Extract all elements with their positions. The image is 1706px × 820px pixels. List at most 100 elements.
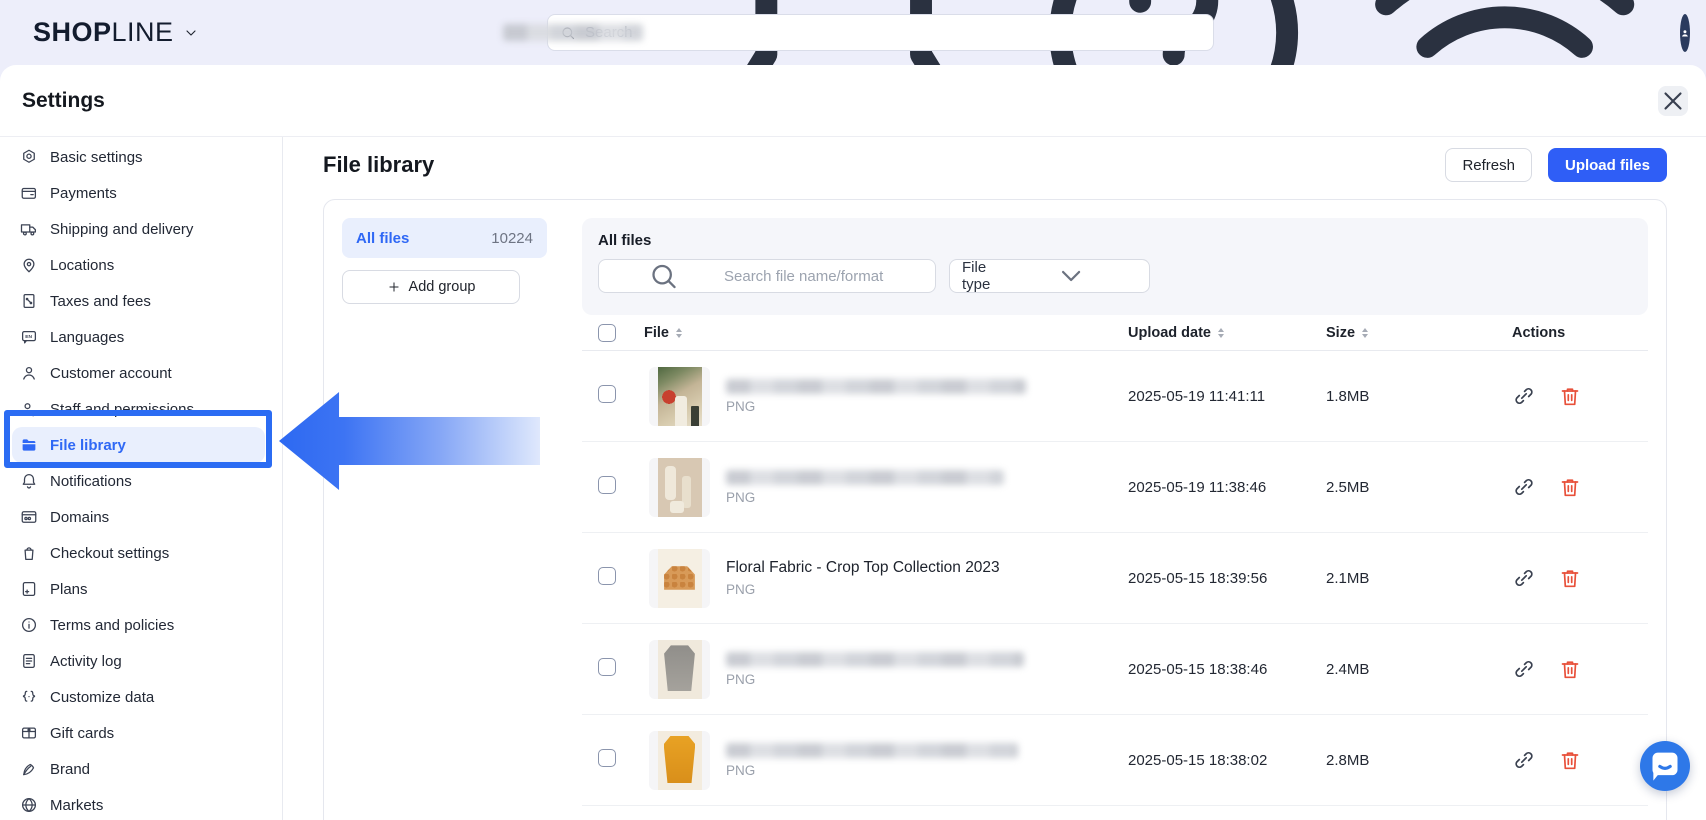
table-row-partial: [582, 806, 1648, 820]
sidebar-item-staff-and-permissions[interactable]: Staff and permissions: [12, 391, 265, 427]
delete-icon[interactable]: [1558, 748, 1582, 772]
sidebar-item-label: Markets: [50, 796, 104, 814]
global-search[interactable]: [547, 14, 1214, 51]
chat-bubble-button[interactable]: [1640, 741, 1690, 791]
sidebar-item-label: Staff and permissions: [50, 400, 194, 418]
folder-icon: [20, 436, 38, 454]
delete-icon[interactable]: [1558, 657, 1582, 681]
sort-icon[interactable]: [1362, 327, 1369, 338]
select-all-checkbox[interactable]: [598, 323, 616, 342]
floral-crop-top-image: [657, 548, 702, 608]
file-name[interactable]: Floral Fabric - Crop Top Collection 2023: [726, 559, 1000, 577]
file-library-card: All files 10224 Add group All files Sear…: [323, 199, 1667, 820]
column-actions: Actions: [1512, 324, 1566, 341]
sidebar-item-label: Shipping and delivery: [50, 220, 194, 238]
sidebar-item-notifications[interactable]: Notifications: [12, 463, 265, 499]
file-size: 2.4MB: [1326, 660, 1370, 678]
row-checkbox[interactable]: [598, 475, 616, 494]
add-group-button[interactable]: Add group: [342, 270, 520, 304]
copy-link-icon[interactable]: [1512, 384, 1536, 408]
file-text-icon: [20, 652, 38, 670]
sidebar-item-taxes-and-fees[interactable]: Taxes and fees: [12, 283, 265, 319]
file-format: PNG: [726, 398, 756, 414]
copy-link-icon[interactable]: [1512, 748, 1536, 772]
sort-icon[interactable]: [675, 327, 682, 338]
gift-card-icon: [20, 724, 38, 742]
sidebar-item-payments[interactable]: Payments: [12, 175, 265, 211]
add-group-label: Add group: [408, 279, 476, 295]
sidebar-item-label: Taxes and fees: [50, 292, 151, 310]
group-all-files[interactable]: All files 10224: [342, 218, 547, 258]
sidebar-item-activity-log[interactable]: Activity log: [12, 643, 265, 679]
sidebar-item-label: Checkout settings: [50, 544, 170, 562]
sidebar-item-label: Customize data: [50, 688, 155, 706]
sidebar-item-customize-data[interactable]: Customize data: [12, 679, 265, 715]
file-name-redacted: [726, 378, 1026, 394]
row-checkbox[interactable]: [598, 384, 616, 403]
user-icon: [1680, 14, 1690, 52]
copy-link-icon[interactable]: [1512, 475, 1536, 499]
copy-link-icon[interactable]: [1512, 566, 1536, 590]
sidebar-item-checkout-settings[interactable]: Checkout settings: [12, 535, 265, 571]
sidebar-item-label: Brand: [50, 760, 91, 778]
sidebar-item-basic-settings[interactable]: Basic settings: [12, 139, 265, 175]
sidebar-item-gift-cards[interactable]: Gift cards: [12, 715, 265, 751]
close-icon: [1658, 86, 1688, 116]
svg-text:EN: EN: [25, 334, 32, 340]
column-file: File: [644, 324, 669, 341]
upload-date: 2025-05-15 18:39:56: [1128, 569, 1268, 587]
file-search-input[interactable]: [724, 267, 923, 285]
copy-link-icon[interactable]: [1512, 657, 1536, 681]
file-size: 2.1MB: [1326, 569, 1370, 587]
topbar: SHOPLINE: [0, 0, 1706, 163]
upload-files-button[interactable]: Upload files: [1547, 148, 1667, 182]
file-thumbnail[interactable]: [649, 457, 710, 517]
sidebar-item-customer-account[interactable]: Customer account: [12, 355, 265, 391]
delete-icon[interactable]: [1558, 384, 1582, 408]
refresh-button[interactable]: Refresh: [1445, 148, 1532, 182]
global-search-input[interactable]: [585, 24, 1201, 41]
sidebar-item-plans[interactable]: Plans: [12, 571, 265, 607]
sidebar-item-languages[interactable]: EN Languages: [12, 319, 265, 355]
group-count: 10224: [491, 229, 533, 247]
sidebar-item-domains[interactable]: Domains: [12, 499, 265, 535]
settings-header: Settings: [0, 65, 1706, 137]
avatar[interactable]: [1680, 13, 1690, 52]
pen-icon: [20, 760, 38, 778]
sidebar-item-locations[interactable]: Locations: [12, 247, 265, 283]
shopline-settings-file-library: { "topbar": { "logo_bold": "SHOP", "logo…: [0, 0, 1706, 820]
file-list-panel: All files File type: [582, 218, 1648, 820]
shopping-bag-icon: [20, 544, 38, 562]
language-bubble-icon: EN: [20, 328, 38, 346]
delete-icon[interactable]: [1558, 566, 1582, 590]
upload-date: 2025-05-19 11:41:11: [1128, 387, 1266, 405]
store-name-redacted: [503, 24, 643, 41]
gray-cardigan-image: [657, 639, 702, 699]
file-thumbnail[interactable]: [649, 639, 710, 699]
delete-icon[interactable]: [1558, 475, 1582, 499]
sidebar-item-markets[interactable]: Markets: [12, 787, 265, 820]
file-type-select[interactable]: File type: [949, 259, 1150, 293]
shopline-logo[interactable]: SHOPLINE: [33, 17, 199, 48]
table-row: PNG 2025-05-15 18:38:46 2.4MB: [582, 624, 1648, 715]
page-title: Settings: [22, 88, 105, 112]
sidebar-item-terms-and-policies[interactable]: Terms and policies: [12, 607, 265, 643]
file-search[interactable]: [598, 259, 936, 293]
file-thumbnail[interactable]: [649, 366, 710, 426]
sidebar-item-label: Gift cards: [50, 724, 115, 742]
row-checkbox[interactable]: [598, 748, 616, 767]
file-thumbnail[interactable]: [649, 730, 710, 790]
sidebar-item-shipping-and-delivery[interactable]: Shipping and delivery: [12, 211, 265, 247]
sort-icon[interactable]: [1217, 327, 1224, 338]
close-button[interactable]: [1658, 85, 1688, 116]
row-checkbox[interactable]: [598, 566, 616, 585]
file-thumbnail[interactable]: [649, 548, 710, 608]
table-body: PNG 2025-05-19 11:41:11 1.8MB PNG 2025-05-19…: [582, 351, 1648, 820]
sidebar-item-label: Plans: [50, 580, 88, 598]
row-checkbox[interactable]: [598, 657, 616, 676]
table-row: Floral Fabric - Crop Top Collection 2023…: [582, 533, 1648, 624]
chevron-down-icon: [1005, 260, 1137, 292]
sidebar-item-brand[interactable]: Brand: [12, 751, 265, 787]
sidebar-item-file-library[interactable]: File library: [12, 427, 265, 463]
file-format: PNG: [726, 762, 756, 778]
